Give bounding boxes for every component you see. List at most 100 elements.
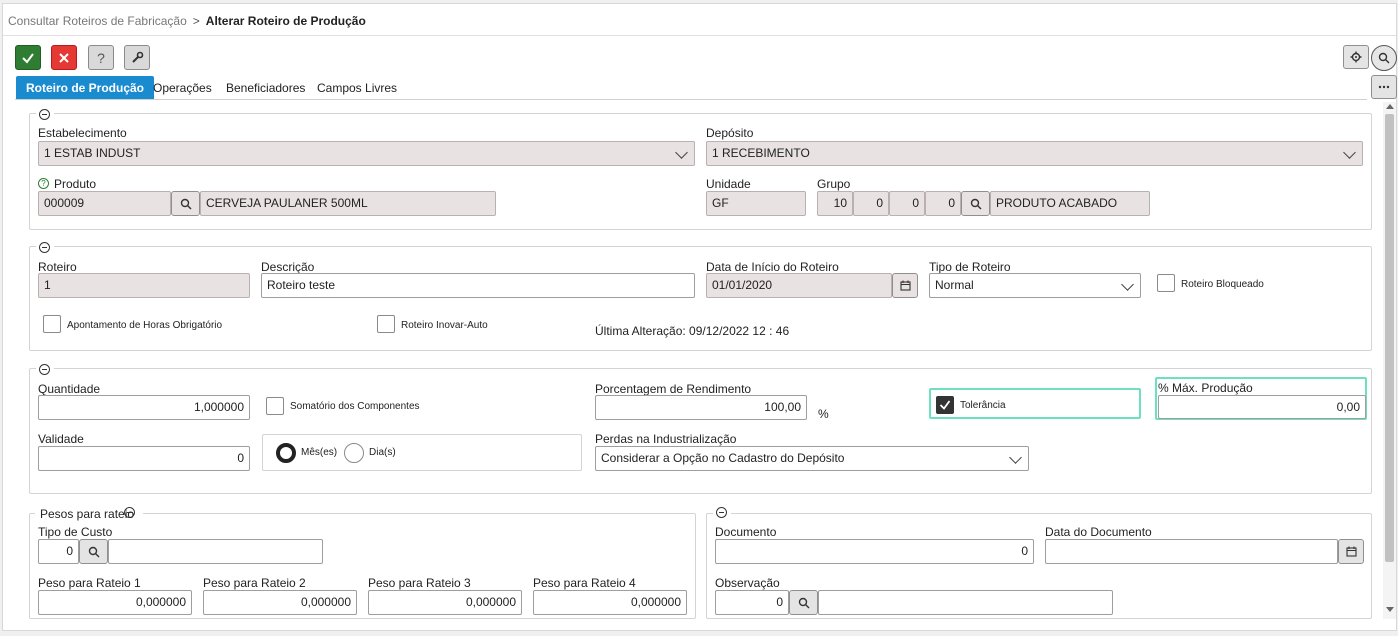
peso-rateio-1-label: Peso para Rateio 1 (38, 576, 141, 590)
deposito-select[interactable]: 1 RECEBIMENTO (706, 141, 1363, 166)
tipo-roteiro-select[interactable]: Normal (929, 273, 1141, 298)
peso-rateio-3-label: Peso para Rateio 3 (368, 576, 471, 590)
quantidade-input[interactable]: 1,000000 (38, 395, 250, 420)
tolerancia-label: Tolerância (960, 400, 1006, 411)
section-3-toggle-wrap (36, 363, 54, 375)
breadcrumb-separator: > (192, 14, 200, 28)
validade-input[interactable]: 0 (38, 446, 250, 471)
search-icon (970, 198, 981, 209)
tipo-roteiro-value: Normal (935, 278, 974, 292)
grupo-search-button[interactable] (961, 191, 990, 216)
meses-label: Mês(es) (301, 447, 338, 458)
somatorio-label: Somatório dos Componentes (290, 401, 420, 412)
tipo-custo-description (108, 539, 323, 564)
data-documento-input[interactable] (1045, 539, 1338, 564)
peso-rateio-3-input[interactable]: 0,000000 (368, 590, 522, 615)
tab-beneficiadores[interactable]: Beneficiadores (220, 76, 311, 100)
header-divider (3, 35, 1396, 36)
documento-label: Documento (715, 525, 777, 539)
somatorio-checkbox[interactable] (266, 397, 284, 415)
peso-rateio-4-label: Peso para Rateio 4 (533, 576, 636, 590)
question-icon: ? (97, 49, 105, 66)
confirm-button[interactable] (15, 45, 41, 70)
descricao-label: Descrição (261, 260, 315, 274)
grupo-input-2[interactable]: 0 (853, 191, 889, 216)
roteiro-label: Roteiro (38, 260, 77, 274)
scroll-down-icon[interactable] (1386, 607, 1394, 612)
search-icon (88, 546, 99, 557)
chevron-down-icon (1343, 146, 1356, 159)
apontamento-horas-checkbox[interactable] (43, 315, 61, 333)
documento-input[interactable]: 0 (715, 539, 1034, 564)
data-inicio-calendar-button[interactable] (892, 273, 918, 298)
collapse-icon[interactable] (39, 364, 50, 375)
perdas-select[interactable]: Considerar a Opção no Cadastro do Depósi… (595, 446, 1029, 471)
tab-roteiro-de-producao[interactable]: Roteiro de Produção (16, 76, 155, 100)
search-icon (180, 198, 191, 209)
page-title: Alterar Roteiro de Produção (205, 14, 366, 28)
grupo-input-4[interactable]: 0 (925, 191, 961, 216)
settings-button[interactable] (1343, 45, 1369, 69)
roteiro-input[interactable]: 1 (38, 273, 250, 298)
wrench-icon (131, 51, 143, 63)
roteiro-inovar-label: Roteiro Inovar-Auto (401, 320, 488, 331)
breadcrumb: Consultar Roteiros de Fabricação > Alterar… (8, 14, 366, 28)
max-producao-input[interactable]: 0,00 (1158, 395, 1366, 419)
close-icon (59, 52, 69, 63)
deposito-label: Depósito (706, 126, 754, 140)
data-documento-calendar-button[interactable] (1338, 539, 1364, 564)
peso-rateio-4-input[interactable]: 0,000000 (533, 590, 687, 615)
rendimento-input[interactable]: 100,00 (595, 395, 807, 420)
max-producao-label: % Máx. Produção (1158, 381, 1253, 395)
dias-label: Dia(s) (369, 447, 396, 458)
scroll-up-icon[interactable] (1386, 104, 1394, 109)
meses-radio[interactable] (276, 443, 296, 463)
tab-campos-livres[interactable]: Campos Livres (311, 76, 403, 100)
tipo-custo-input[interactable]: 0 (38, 539, 79, 564)
tolerancia-checkbox[interactable] (936, 396, 954, 414)
observacao-search-button[interactable] (789, 590, 818, 615)
descricao-input[interactable]: Roteiro teste (261, 273, 695, 298)
search-icon (798, 597, 809, 608)
observacao-description (818, 590, 1113, 615)
search-icon (1378, 52, 1390, 64)
dias-radio[interactable] (344, 443, 364, 463)
scrollbar-thumb[interactable] (1385, 114, 1394, 562)
section-2-toggle-wrap (36, 241, 54, 253)
quantidade-label: Quantidade (38, 382, 101, 396)
unidade-input[interactable]: GF (706, 191, 806, 216)
help-button[interactable]: ? (88, 45, 114, 70)
peso-rateio-2-input[interactable]: 0,000000 (203, 590, 357, 615)
more-options-button[interactable] (1371, 75, 1397, 99)
observacao-input[interactable]: 0 (715, 590, 789, 615)
tools-button[interactable] (124, 45, 150, 70)
cancel-button[interactable] (51, 45, 77, 70)
search-toggle-button[interactable] (1371, 45, 1397, 71)
check-icon (939, 400, 951, 410)
roteiro-bloqueado-checkbox[interactable] (1157, 274, 1175, 292)
produto-help-icon[interactable]: ? (38, 178, 49, 189)
estabelecimento-value: 1 ESTAB INDUST (44, 146, 141, 160)
roteiro-inovar-checkbox[interactable] (377, 315, 395, 333)
data-inicio-input[interactable]: 01/01/2020 (706, 273, 892, 298)
tolerancia-field[interactable]: Tolerância (929, 388, 1141, 419)
max-producao-field: % Máx. Produção 0,00 (1155, 377, 1367, 420)
breadcrumb-parent[interactable]: Consultar Roteiros de Fabricação (8, 14, 187, 28)
perdas-value: Considerar a Opção no Cadastro do Depósi… (601, 451, 845, 465)
tipo-custo-search-button[interactable] (79, 539, 108, 564)
collapse-icon[interactable] (716, 507, 727, 518)
grupo-input-1[interactable]: 10 (817, 191, 853, 216)
pesos-legend-text: Pesos para rateio (40, 507, 135, 521)
grupo-input-3[interactable]: 0 (889, 191, 925, 216)
collapse-icon[interactable] (39, 242, 50, 253)
collapse-icon[interactable] (39, 109, 50, 120)
scrollbar[interactable] (1383, 102, 1396, 619)
peso-rateio-1-input[interactable]: 0,000000 (38, 590, 192, 615)
produto-code-input[interactable]: 000009 (38, 191, 171, 216)
tipo-roteiro-label: Tipo de Roteiro (929, 260, 1011, 274)
produto-search-button[interactable] (171, 191, 200, 216)
unidade-label: Unidade (706, 177, 751, 191)
estabelecimento-select[interactable]: 1 ESTAB INDUST (38, 141, 695, 166)
tab-operacoes[interactable]: Operações (147, 76, 218, 100)
collapse-icon[interactable] (124, 507, 135, 518)
